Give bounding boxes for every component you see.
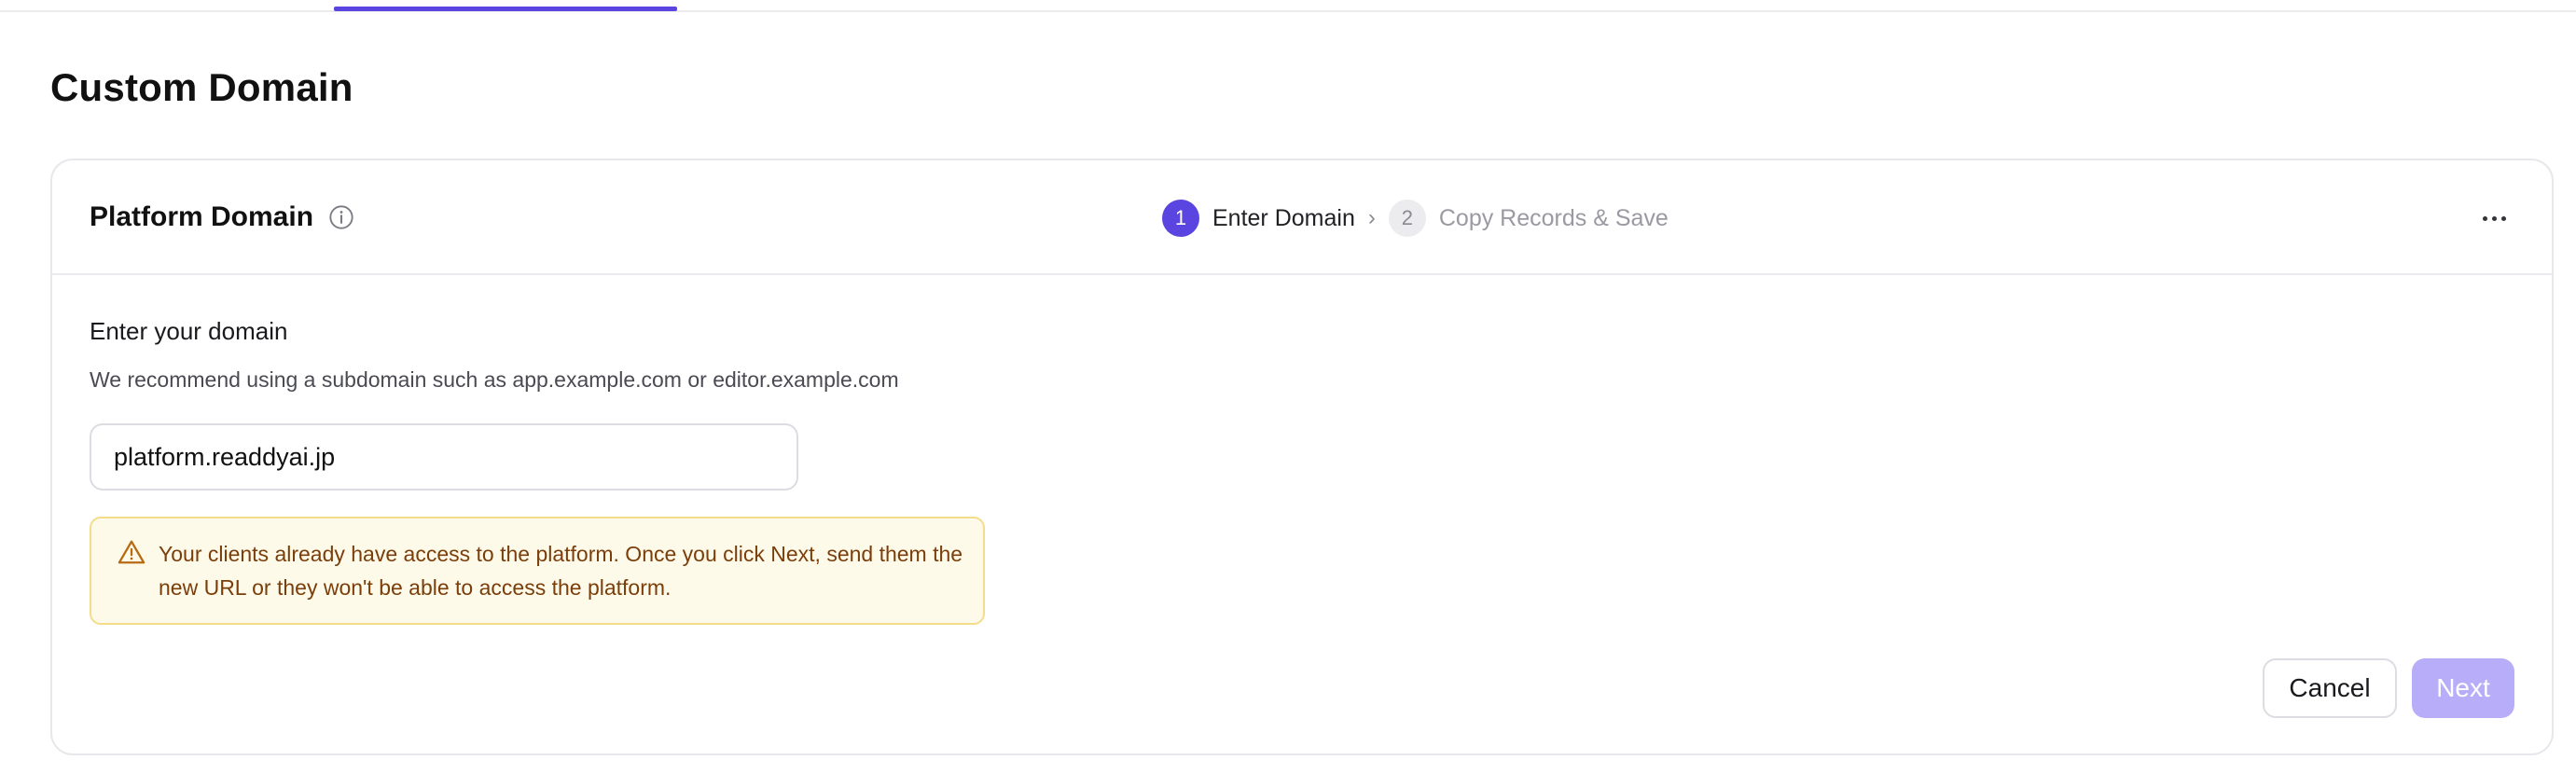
stepper: 1 Enter Domain › 2 Copy Records & Save xyxy=(1162,198,1669,239)
domain-field-help: We recommend using a subdomain such as a… xyxy=(90,367,899,392)
step-2-label: Copy Records & Save xyxy=(1438,204,1669,231)
step-1-number: 1 xyxy=(1162,200,1199,237)
platform-domain-card: Platform Domain 1 Enter Domain › 2 Copy … xyxy=(50,159,2554,755)
more-dot-icon xyxy=(2500,215,2506,221)
domain-field-label: Enter your domain xyxy=(90,317,288,345)
more-dot-icon xyxy=(2491,215,2497,221)
more-options-button[interactable] xyxy=(2473,201,2514,235)
step-separator: › xyxy=(1367,205,1376,230)
active-tab-indicator xyxy=(334,7,677,11)
card-title: Platform Domain xyxy=(90,201,314,232)
warning-triangle-icon xyxy=(118,540,145,564)
step-2-number: 2 xyxy=(1388,200,1426,237)
warning-text: Your clients already have access to the … xyxy=(159,542,963,600)
warning-alert: Your clients already have access to the … xyxy=(90,517,985,625)
card-header: Platform Domain 1 Enter Domain › 2 Copy … xyxy=(52,160,2552,275)
info-icon[interactable] xyxy=(328,204,354,230)
cancel-button[interactable]: Cancel xyxy=(2263,658,2397,718)
page-title: Custom Domain xyxy=(50,65,353,109)
next-button[interactable]: Next xyxy=(2412,658,2514,718)
domain-input[interactable] xyxy=(90,423,798,491)
more-dot-icon xyxy=(2482,215,2487,221)
top-tab-bar xyxy=(0,0,2576,12)
step-1-label: Enter Domain xyxy=(1212,204,1355,231)
